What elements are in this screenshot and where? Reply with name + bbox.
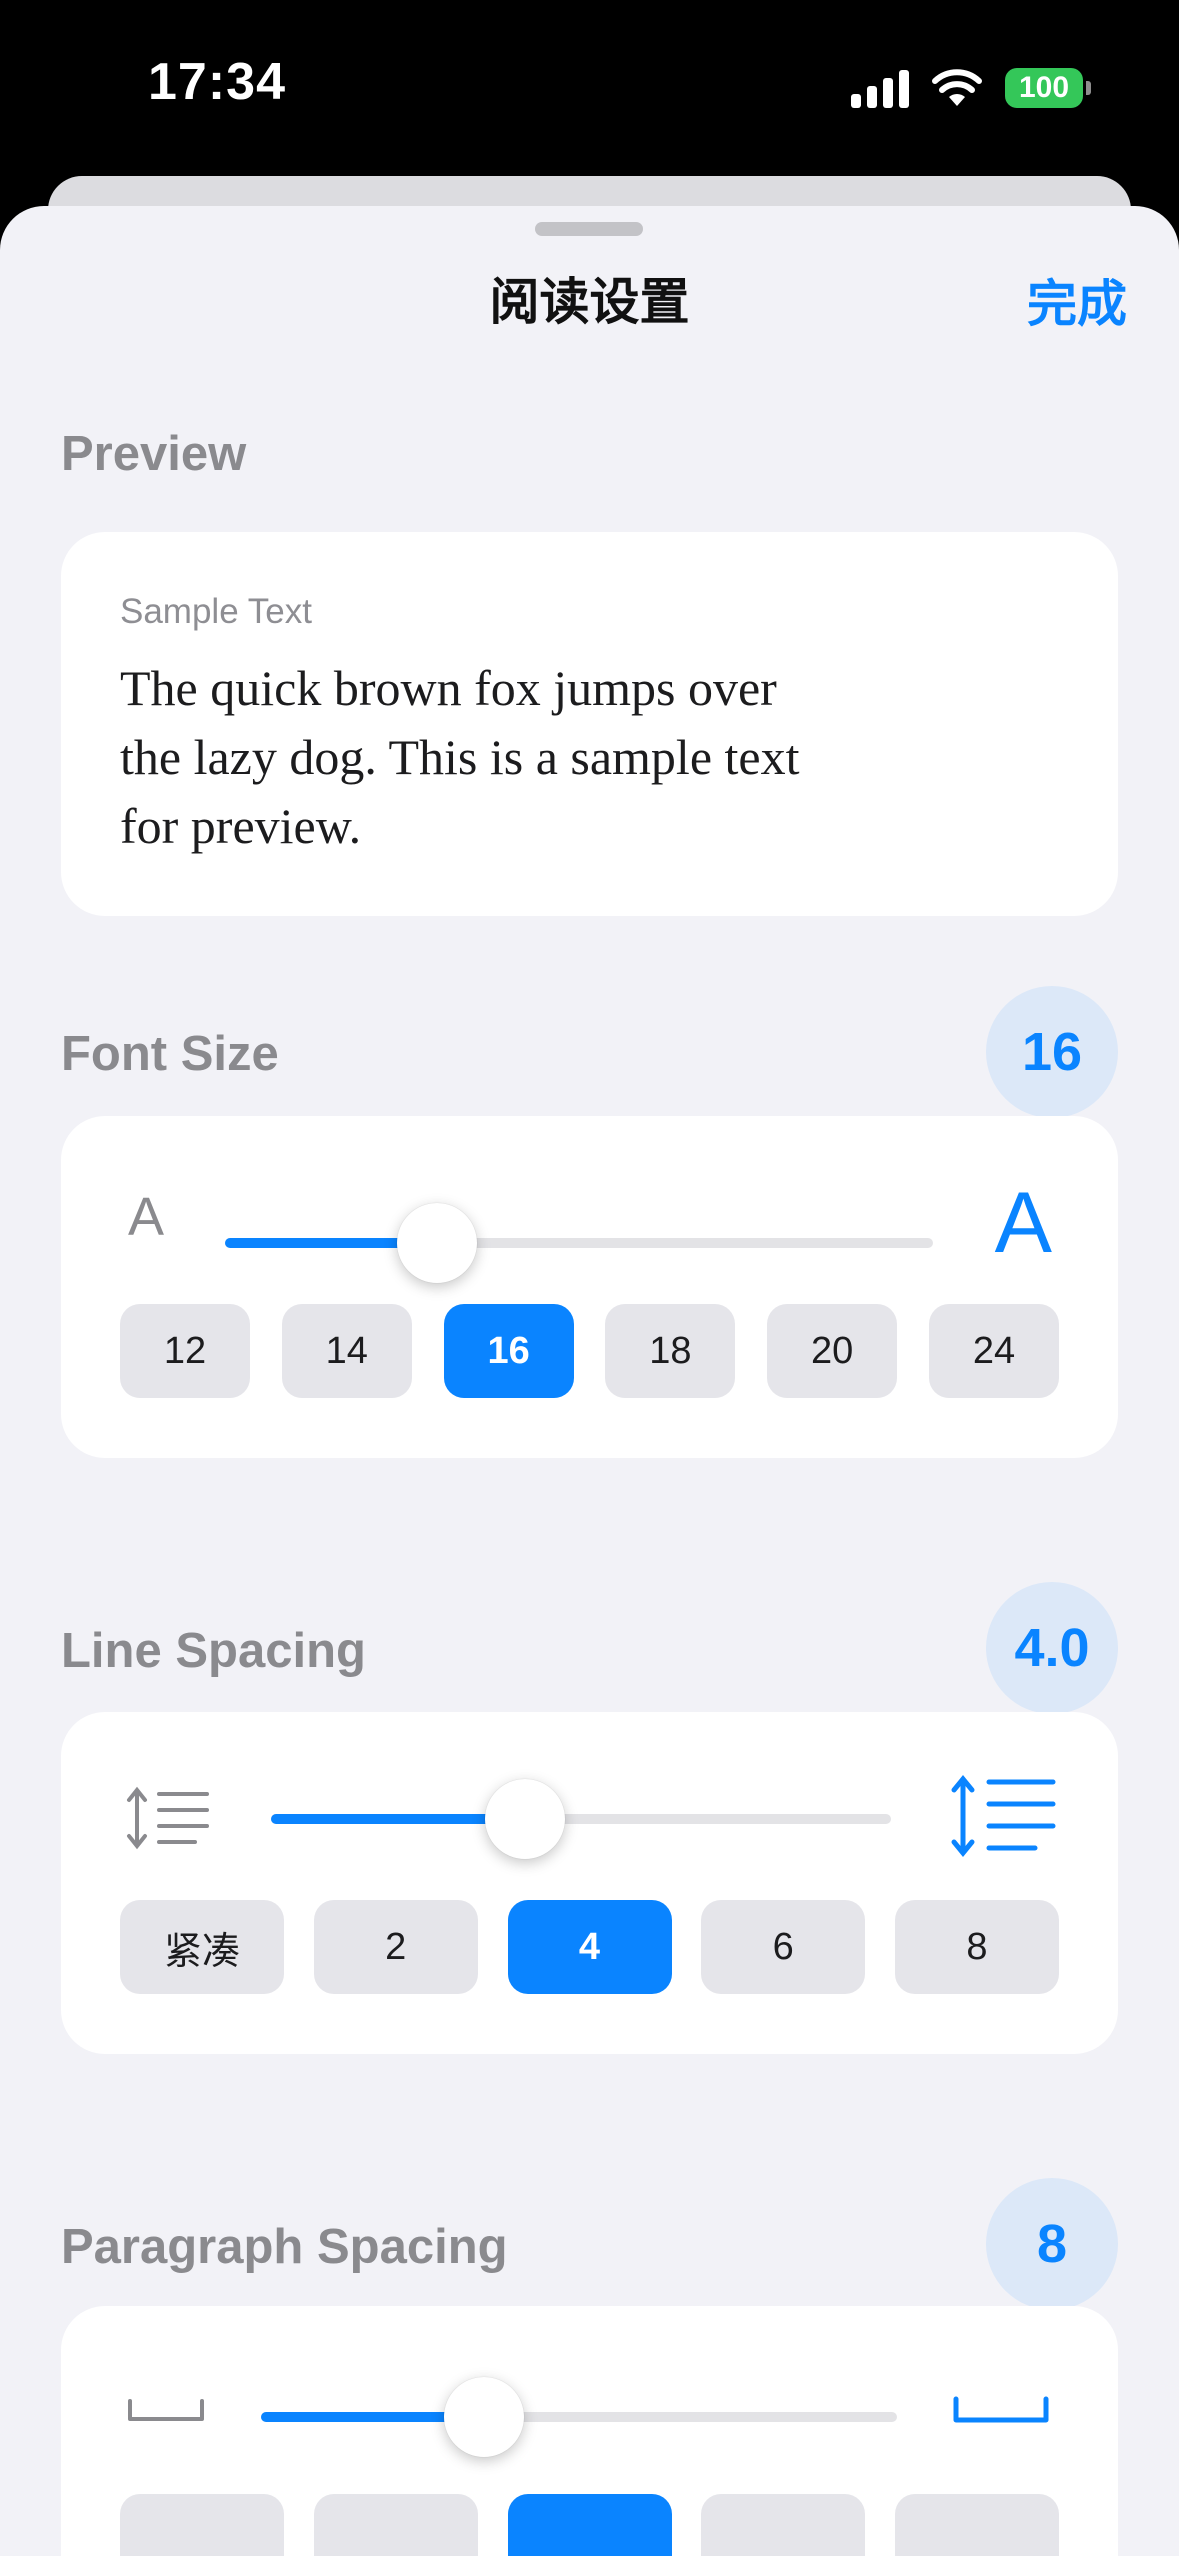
line-spacing-slider[interactable] bbox=[271, 1779, 891, 1859]
status-icons: 100 bbox=[851, 64, 1091, 112]
font-size-option-1[interactable]: 14 bbox=[281, 1304, 412, 1398]
font-size-value-badge: 16 bbox=[986, 986, 1118, 1118]
done-button[interactable]: 完成 bbox=[1027, 264, 1127, 336]
font-size-card: A A 12 14 16 18 20 24 bbox=[61, 1116, 1118, 1458]
battery-level: 100 bbox=[1018, 71, 1070, 104]
line-spacing-section-title: Line Spacing bbox=[61, 1624, 366, 1678]
line-spacing-card: 紧凑 2 4 6 8 bbox=[61, 1712, 1118, 2054]
font-size-option-0[interactable]: 12 bbox=[120, 1304, 250, 1398]
paragraph-spacing-value-badge: 8 bbox=[986, 2178, 1118, 2310]
line-spacing-option-1[interactable]: 2 bbox=[313, 1900, 478, 1994]
battery-icon: 100 bbox=[1005, 68, 1091, 108]
font-size-options: 12 14 16 18 20 24 bbox=[120, 1304, 1059, 1398]
paragraph-spacing-option-selected[interactable] bbox=[507, 2494, 672, 2556]
line-spacing-value-badge: 4.0 bbox=[986, 1582, 1118, 1714]
line-spacing-slider-thumb[interactable] bbox=[485, 1779, 566, 1859]
font-size-option-4[interactable]: 20 bbox=[767, 1304, 898, 1398]
paragraph-spacing-small-icon bbox=[128, 2399, 204, 2421]
paragraph-spacing-option[interactable] bbox=[701, 2494, 866, 2556]
paragraph-spacing-large-icon bbox=[953, 2396, 1049, 2423]
status-time: 17:34 bbox=[148, 53, 286, 111]
signal-icon bbox=[851, 68, 909, 108]
paragraph-spacing-slider[interactable] bbox=[261, 2377, 897, 2457]
font-size-option-5[interactable]: 24 bbox=[928, 1304, 1059, 1398]
font-size-option-3[interactable]: 18 bbox=[605, 1304, 736, 1398]
paragraph-spacing-option[interactable] bbox=[120, 2494, 284, 2556]
paragraph-spacing-slider-thumb[interactable] bbox=[443, 2377, 524, 2457]
font-size-slider[interactable] bbox=[225, 1203, 933, 1283]
preview-card: Sample Text The quick brown fox jumps ov… bbox=[61, 532, 1118, 916]
font-size-small-glyph: A bbox=[128, 1187, 165, 1247]
font-size-section-title: Font Size bbox=[61, 1027, 279, 1081]
status-bar: 17:34 100 bbox=[0, 0, 1179, 176]
reading-settings-sheet: 阅读设置 完成 Preview Sample Text The quick br… bbox=[0, 206, 1179, 2556]
paragraph-spacing-option[interactable] bbox=[895, 2494, 1059, 2556]
sample-text: The quick brown fox jumps over the lazy … bbox=[120, 660, 800, 854]
line-spacing-option-0[interactable]: 紧凑 bbox=[120, 1900, 284, 1994]
wifi-icon bbox=[932, 69, 982, 106]
line-spacing-option-3[interactable]: 6 bbox=[701, 1900, 866, 1994]
page-title: 阅读设置 bbox=[489, 274, 690, 330]
paragraph-spacing-option[interactable] bbox=[313, 2494, 478, 2556]
sheet-grabber[interactable] bbox=[535, 222, 643, 236]
line-spacing-wide-icon bbox=[951, 1775, 1056, 1857]
paragraph-spacing-section-title: Paragraph Spacing bbox=[61, 2220, 508, 2274]
paragraph-spacing-card bbox=[61, 2306, 1118, 2556]
paragraph-spacing-options bbox=[120, 2494, 1059, 2556]
line-spacing-option-4[interactable]: 8 bbox=[895, 1900, 1059, 1994]
line-spacing-options: 紧凑 2 4 6 8 bbox=[120, 1900, 1059, 1994]
line-spacing-option-2[interactable]: 4 bbox=[507, 1900, 672, 1994]
font-size-option-2[interactable]: 16 bbox=[443, 1304, 574, 1398]
sample-text-label: Sample Text bbox=[120, 592, 312, 631]
preview-section-title: Preview bbox=[61, 427, 247, 481]
line-spacing-compact-icon bbox=[127, 1786, 209, 1850]
font-size-large-glyph: A bbox=[994, 1175, 1052, 1271]
font-size-slider-thumb[interactable] bbox=[397, 1203, 478, 1283]
